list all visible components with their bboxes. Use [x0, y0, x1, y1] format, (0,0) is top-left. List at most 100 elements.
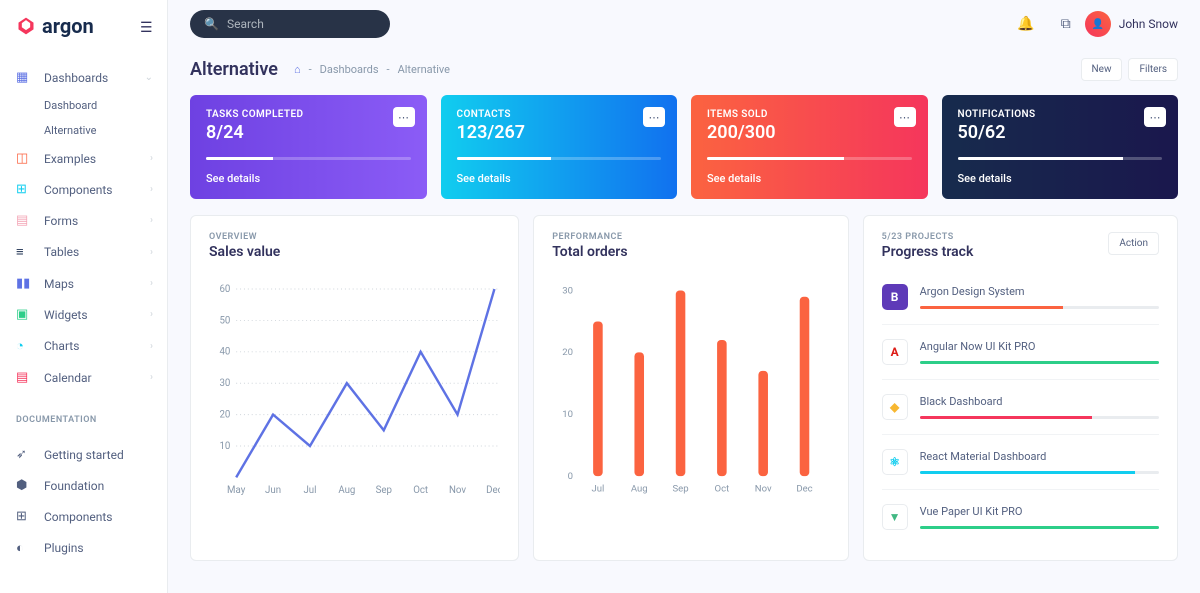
- track-item[interactable]: ◆ Black Dashboard: [882, 379, 1159, 434]
- svg-text:Oct: Oct: [715, 483, 730, 494]
- filters-button[interactable]: Filters: [1128, 58, 1178, 81]
- card-menu-icon[interactable]: ⋯: [393, 107, 415, 127]
- sidebar-sub-alternative[interactable]: Alternative: [44, 118, 167, 143]
- charts-icon: ◔: [16, 338, 34, 354]
- brand-text: argon: [42, 14, 94, 38]
- maps-icon: ▮▮: [16, 276, 34, 291]
- track-progress: [920, 526, 1159, 529]
- orders-panel: PERFORMANCE Total orders 0102030JulAugSe…: [533, 215, 848, 561]
- search-icon: 🔍: [204, 17, 219, 31]
- track-name: Angular Now UI Kit PRO: [920, 340, 1159, 353]
- card-value: 50/62: [958, 122, 1163, 143]
- card-value: 8/24: [206, 122, 411, 143]
- components-icon: ⊞: [16, 182, 34, 197]
- track-progress: [920, 471, 1159, 474]
- see-details-link[interactable]: See details: [958, 172, 1163, 185]
- breadcrumb-link[interactable]: Dashboards: [320, 63, 379, 76]
- action-button[interactable]: Action: [1108, 232, 1159, 255]
- see-details-link[interactable]: See details: [457, 172, 662, 185]
- sidebar-item-widgets[interactable]: ▣Widgets›: [0, 299, 167, 330]
- sales-chart: 102030405060MayJunJulAugSepOctNovDec: [209, 270, 500, 510]
- chevron-icon: ⌄: [145, 72, 153, 83]
- doc-icon: ◐: [16, 540, 34, 556]
- svg-text:20: 20: [563, 347, 574, 358]
- svg-text:30: 30: [219, 378, 230, 389]
- see-details-link[interactable]: See details: [707, 172, 912, 185]
- doc-heading: DOCUMENTATION: [0, 401, 167, 431]
- doc-icon: ⊞: [16, 509, 34, 524]
- track-item[interactable]: ⚛ React Material Dashboard: [882, 434, 1159, 489]
- argon-logo-icon: [16, 16, 36, 36]
- svg-text:Aug: Aug: [338, 485, 355, 496]
- card-label: NOTIFICATIONS: [958, 109, 1163, 120]
- progress-title: Progress track: [882, 244, 974, 260]
- chevron-icon: ›: [150, 278, 153, 289]
- svg-text:10: 10: [219, 441, 230, 452]
- track-item[interactable]: B Argon Design System: [882, 270, 1159, 324]
- svg-text:Sep: Sep: [673, 483, 689, 494]
- card-label: TASKS COMPLETED: [206, 109, 411, 120]
- track-item[interactable]: ▼ Vue Paper UI Kit PRO: [882, 489, 1159, 544]
- sidebar-item-charts[interactable]: ◔Charts›: [0, 330, 167, 362]
- home-icon[interactable]: ⌂: [294, 63, 301, 76]
- sidebar-item-tables[interactable]: ≡Tables›: [0, 236, 167, 268]
- svg-text:60: 60: [219, 284, 230, 295]
- card-menu-icon[interactable]: ⋯: [643, 107, 665, 127]
- orders-chart: 0102030JulAugSepOctNovDec: [552, 270, 829, 510]
- chevron-icon: ›: [150, 341, 153, 352]
- track-icon: A: [882, 339, 908, 365]
- card-value: 123/267: [457, 122, 662, 143]
- svg-text:Sep: Sep: [376, 485, 392, 496]
- search-input[interactable]: 🔍 Search: [190, 10, 390, 38]
- doc-icon: ⬢: [16, 478, 34, 493]
- progress-panel: 5/23 PROJECTS Progress track Action B Ar…: [863, 215, 1178, 561]
- sidebar-sub-dashboard[interactable]: Dashboard: [44, 93, 167, 118]
- page-header: Alternative ⌂ - Dashboards - Alternative…: [168, 48, 1200, 95]
- track-item[interactable]: A Angular Now UI Kit PRO: [882, 324, 1159, 379]
- user-menu[interactable]: 👤 John Snow: [1085, 11, 1178, 37]
- doc-item-plugins[interactable]: ◐Plugins: [0, 532, 167, 564]
- card-menu-icon[interactable]: ⋯: [1144, 107, 1166, 127]
- sidebar-item-components[interactable]: ⊞Components›: [0, 174, 167, 205]
- chevron-icon: ›: [150, 153, 153, 164]
- card-progress: [457, 157, 662, 160]
- bell-icon[interactable]: 🔔: [1017, 16, 1034, 32]
- progress-overline: 5/23 PROJECTS: [882, 232, 974, 242]
- apps-icon[interactable]: ⧉: [1061, 16, 1071, 32]
- stat-card-3: ⋯ NOTIFICATIONS 50/62 See details: [942, 95, 1179, 199]
- forms-icon: ▤: [16, 213, 34, 228]
- chevron-icon: ›: [150, 247, 153, 258]
- chevron-icon: ›: [150, 372, 153, 383]
- breadcrumb: ⌂ - Dashboards - Alternative: [294, 63, 450, 76]
- stat-card-0: ⋯ TASKS COMPLETED 8/24 See details: [190, 95, 427, 199]
- calendar-icon: ▤: [16, 370, 34, 385]
- card-menu-icon[interactable]: ⋯: [894, 107, 916, 127]
- sidebar-item-calendar[interactable]: ▤Calendar›: [0, 362, 167, 393]
- sidebar-item-maps[interactable]: ▮▮Maps›: [0, 268, 167, 299]
- card-value: 200/300: [707, 122, 912, 143]
- new-button[interactable]: New: [1081, 58, 1123, 81]
- doc-item-foundation[interactable]: ⬢Foundation: [0, 470, 167, 501]
- sidebar-item-dashboards[interactable]: ▦Dashboards⌄: [0, 62, 167, 93]
- tables-icon: ≡: [16, 244, 34, 260]
- widgets-icon: ▣: [16, 307, 34, 322]
- track-icon: ◆: [882, 394, 908, 420]
- sidebar-toggle-icon[interactable]: ☰: [140, 20, 153, 36]
- svg-text:Jun: Jun: [265, 485, 281, 496]
- topbar: 🔍 Search 🔔 ⧉ 👤 John Snow: [168, 0, 1200, 48]
- sales-title: Sales value: [209, 244, 500, 260]
- sidebar-item-examples[interactable]: ◫Examples›: [0, 143, 167, 174]
- doc-item-getting-started[interactable]: ➶Getting started: [0, 439, 167, 470]
- track-icon: ▼: [882, 504, 908, 530]
- svg-text:10: 10: [563, 409, 574, 420]
- track-progress: [920, 416, 1159, 419]
- doc-item-components[interactable]: ⊞Components: [0, 501, 167, 532]
- chevron-icon: ›: [150, 215, 153, 226]
- stat-card-1: ⋯ CONTACTS 123/267 See details: [441, 95, 678, 199]
- see-details-link[interactable]: See details: [206, 172, 411, 185]
- track-progress: [920, 306, 1159, 309]
- sidebar-item-forms[interactable]: ▤Forms›: [0, 205, 167, 236]
- card-label: ITEMS SOLD: [707, 109, 912, 120]
- examples-icon: ◫: [16, 151, 34, 166]
- chevron-icon: ›: [150, 309, 153, 320]
